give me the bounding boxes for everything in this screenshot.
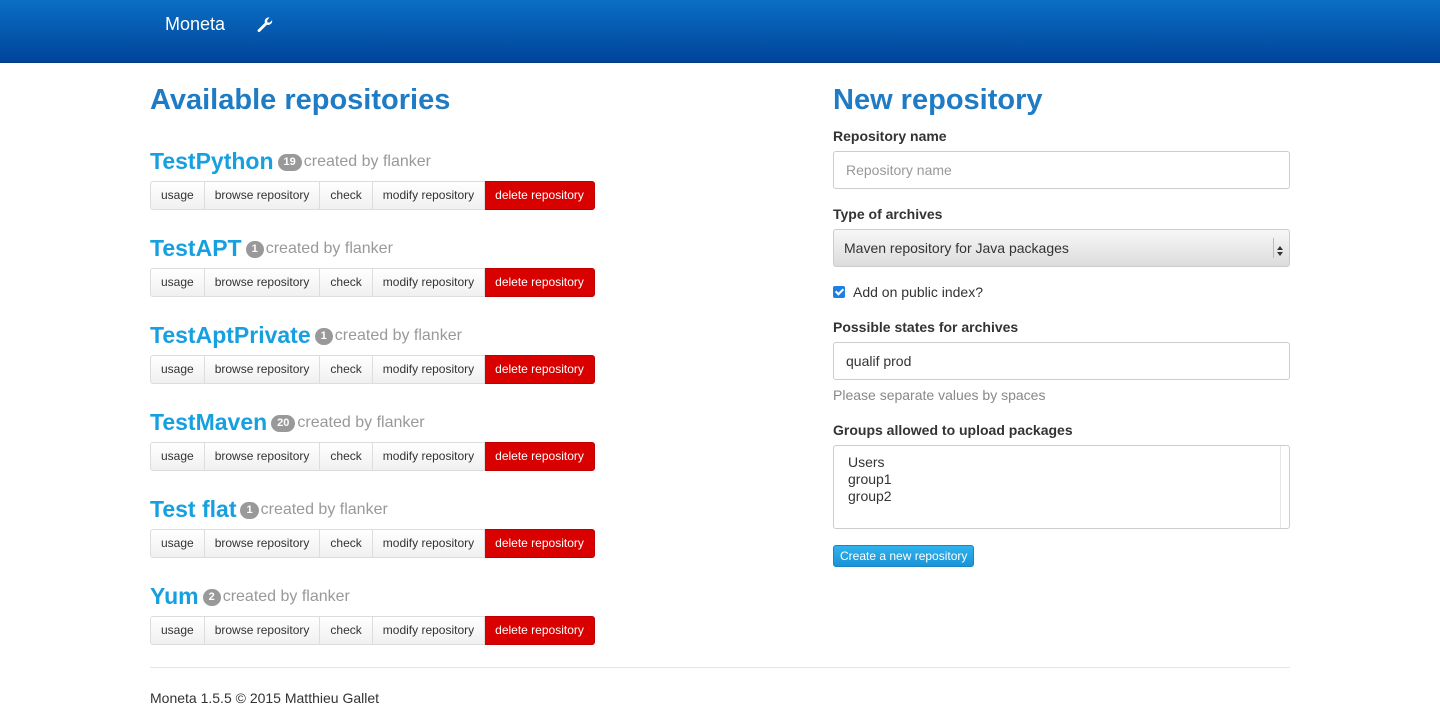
repository-item: Test flat 1 created by flanker usage browse … [150,494,770,558]
states-help: Please separate values by spaces [833,387,1046,403]
public-index-row[interactable]: Add on public index? [833,284,983,300]
repository-item: Yum 2 created by flanker usage browse reposi… [150,581,770,645]
package-count-badge: 1 [314,327,333,345]
public-index-label: Add on public index? [853,284,983,300]
modify-repository-button[interactable]: modify repository [372,442,486,471]
repository-header: TestAptPrivate 1 created by flanker [150,320,770,350]
repositories-section: Available repositories TestPython 19 creat… [150,82,770,645]
package-count-badge: 19 [277,153,302,171]
new-repository-form: New repository Repository name Type of a… [833,82,1290,567]
check-button[interactable]: check [320,616,373,645]
footer-divider [150,667,1290,668]
create-repository-button[interactable]: Create a new repository [833,545,975,567]
repository-item: TestMaven 20 created by flanker usage browse… [150,407,770,471]
archive-type-select[interactable]: Maven repository for Java packages [833,229,1290,267]
groups-label: Groups allowed to upload packages [833,422,1073,438]
package-count-badge: 2 [202,588,221,606]
repository-name-link[interactable]: Test flat [150,496,236,522]
browse-repository-button[interactable]: browse repository [204,268,321,297]
public-index-checkbox[interactable] [833,286,845,299]
repository-header: TestAPT 1 created by flanker [150,233,770,263]
groups-scrollbar[interactable] [1280,446,1289,528]
created-by-text: created by flanker [297,414,425,431]
brand-link[interactable]: Moneta [165,14,225,35]
usage-button[interactable]: usage [150,268,205,297]
check-button[interactable]: check [320,268,373,297]
delete-repository-button[interactable]: delete repository [485,268,595,297]
created-by-text: created by flanker [303,153,431,170]
browse-repository-button[interactable]: browse repository [204,529,321,558]
repository-actions: usage browse repository check modify reposi… [150,529,595,558]
modify-repository-button[interactable]: modify repository [372,268,486,297]
repository-header: Yum 2 created by flanker [150,581,770,611]
created-by-text: created by flanker [265,240,393,257]
check-button[interactable]: check [320,442,373,471]
repository-actions: usage browse repository check modify reposi… [150,268,595,297]
check-button[interactable]: check [320,355,373,384]
states-input[interactable] [833,342,1290,380]
repository-actions: usage browse repository check modify reposi… [150,616,595,645]
usage-button[interactable]: usage [150,355,205,384]
group-option[interactable]: group2 [848,488,1275,505]
archive-type-value: Maven repository for Java packages [844,240,1069,256]
repository-item: TestAPT 1 created by flanker usage browse re… [150,233,770,297]
new-repository-title: New repository [833,84,1043,116]
repository-actions: usage browse repository check modify reposi… [150,442,595,471]
browse-repository-button[interactable]: browse repository [204,181,321,210]
archive-type-label: Type of archives [833,206,943,222]
repository-name-input[interactable] [833,151,1290,189]
repository-actions: usage browse repository check modify reposi… [150,181,595,210]
delete-repository-button[interactable]: delete repository [485,442,595,471]
check-button[interactable]: check [320,529,373,558]
states-label: Possible states for archives [833,319,1019,335]
modify-repository-button[interactable]: modify repository [372,616,486,645]
browse-repository-button[interactable]: browse repository [204,442,321,471]
repository-name-link[interactable]: Yum [150,583,199,609]
repository-name-link[interactable]: TestAPT [150,235,242,261]
wrench-icon[interactable] [255,15,275,35]
repositories-title: Available repositories [150,84,451,116]
modify-repository-button[interactable]: modify repository [372,355,486,384]
usage-button[interactable]: usage [150,529,205,558]
package-count-badge: 1 [245,240,264,258]
groups-select[interactable]: Users group1 group2 [833,445,1290,529]
group-option[interactable]: group1 [848,471,1275,488]
delete-repository-button[interactable]: delete repository [485,355,595,384]
browse-repository-button[interactable]: browse repository [204,616,321,645]
usage-button[interactable]: usage [150,181,205,210]
created-by-text: created by flanker [260,501,388,518]
usage-button[interactable]: usage [150,616,205,645]
footer-text: Moneta 1.5.5 © 2015 Matthieu Gallet [150,690,380,706]
usage-button[interactable]: usage [150,442,205,471]
repository-header: TestPython 19 created by flanker [150,146,770,176]
select-arrows-icon [1273,238,1285,258]
repository-header: Test flat 1 created by flanker [150,494,770,524]
delete-repository-button[interactable]: delete repository [485,616,595,645]
repository-name-link[interactable]: TestAptPrivate [150,322,311,348]
check-button[interactable]: check [320,181,373,210]
group-option[interactable]: Users [848,454,1275,471]
navbar: Moneta [0,0,1440,63]
repository-item: TestPython 19 created by flanker usage brows… [150,146,770,210]
repository-name-link[interactable]: TestPython [150,148,274,174]
repository-actions: usage browse repository check modify reposi… [150,355,595,384]
repository-name-label: Repository name [833,128,947,144]
browse-repository-button[interactable]: browse repository [204,355,321,384]
package-count-badge: 1 [240,501,259,519]
created-by-text: created by flanker [334,327,462,344]
created-by-text: created by flanker [222,588,350,605]
delete-repository-button[interactable]: delete repository [485,181,595,210]
delete-repository-button[interactable]: delete repository [485,529,595,558]
modify-repository-button[interactable]: modify repository [372,181,486,210]
repository-item: TestAptPrivate 1 created by flanker usage br… [150,320,770,384]
repository-name-link[interactable]: TestMaven [150,409,267,435]
modify-repository-button[interactable]: modify repository [372,529,486,558]
package-count-badge: 20 [271,414,296,432]
repository-header: TestMaven 20 created by flanker [150,407,770,437]
